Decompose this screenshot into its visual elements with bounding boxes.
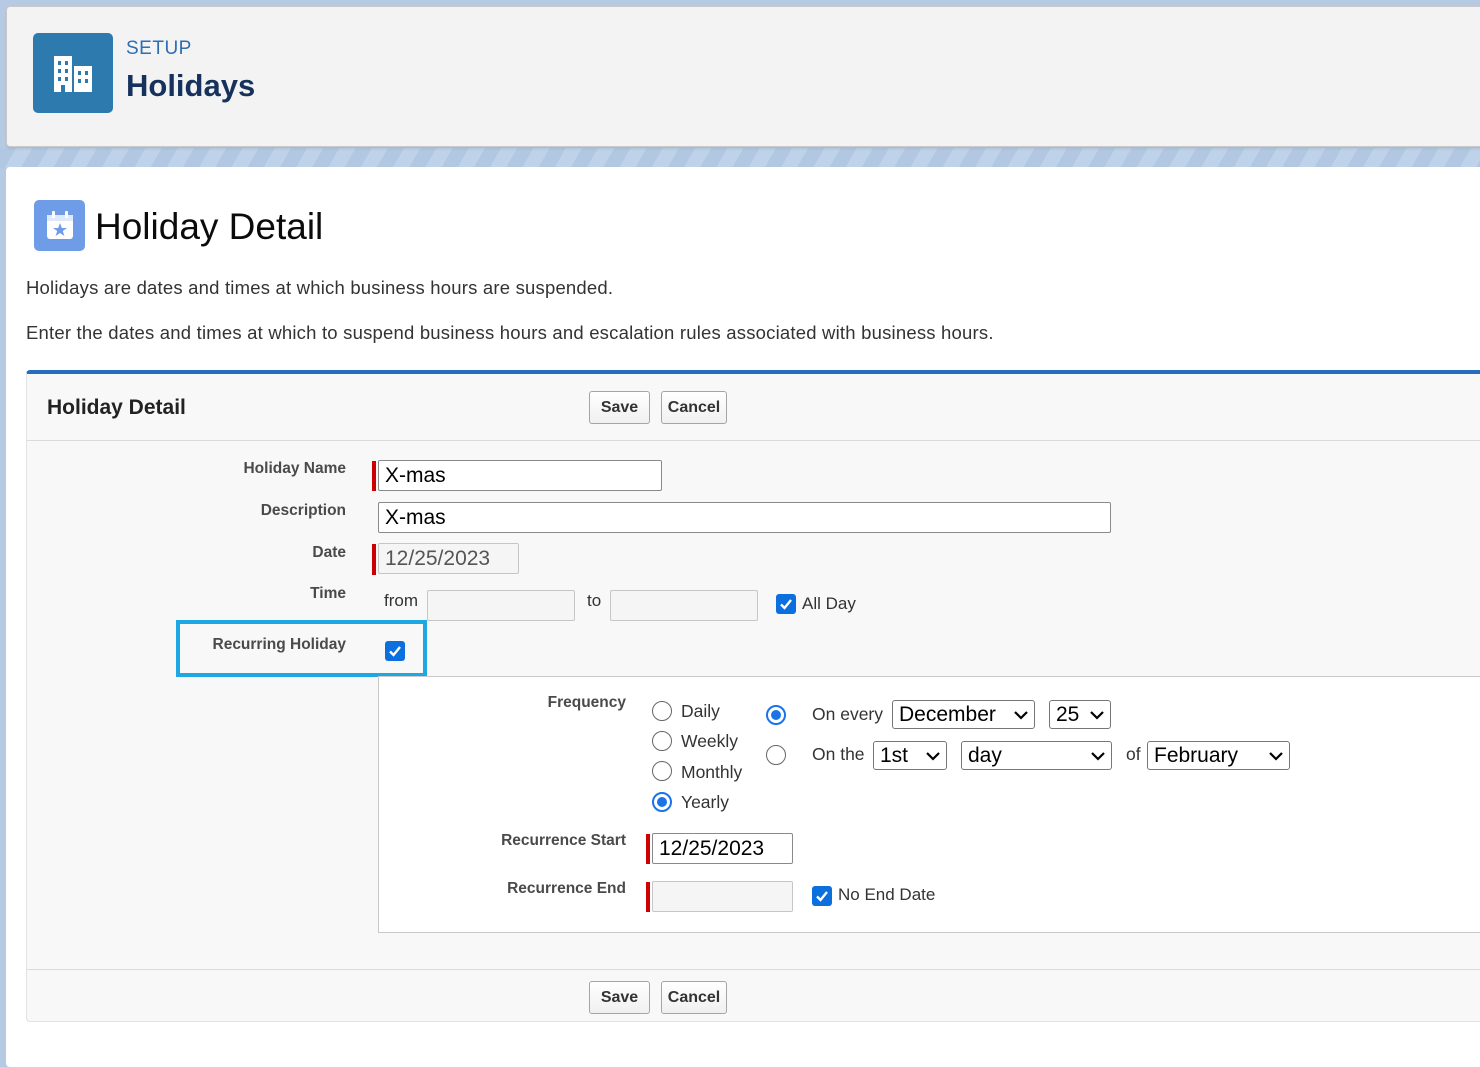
date-label: Date bbox=[312, 544, 346, 561]
cancel-button-top[interactable]: Cancel bbox=[661, 391, 727, 424]
divider bbox=[27, 969, 1480, 970]
required-indicator bbox=[372, 461, 376, 491]
detail-title: Holiday Detail bbox=[95, 206, 324, 247]
cancel-button-bottom[interactable]: Cancel bbox=[661, 981, 727, 1014]
on-the-radio[interactable] bbox=[766, 745, 786, 765]
recurrence-start-label: Recurrence Start bbox=[501, 832, 626, 849]
on-the-ordinal-select[interactable]: 1st bbox=[873, 741, 947, 770]
on-every-label: On every bbox=[812, 704, 883, 724]
on-every-radio[interactable] bbox=[766, 705, 786, 725]
time-from-label: from bbox=[384, 591, 418, 610]
breadcrumb-setup: SETUP bbox=[126, 38, 192, 59]
save-button-bottom[interactable]: Save bbox=[589, 981, 650, 1014]
setup-header: SETUP Holidays bbox=[6, 6, 1480, 147]
page-title: Holidays bbox=[126, 68, 256, 103]
of-label: of bbox=[1126, 744, 1141, 764]
required-indicator bbox=[646, 882, 650, 912]
calendar-star-icon bbox=[34, 200, 85, 251]
section-title: Holiday Detail bbox=[47, 396, 186, 419]
time-to-label: to bbox=[587, 591, 602, 610]
on-every-day-select[interactable]: 25 bbox=[1049, 700, 1111, 729]
required-indicator bbox=[646, 834, 650, 864]
on-the-label: On the bbox=[812, 744, 865, 764]
all-day-label: All Day bbox=[802, 594, 856, 613]
no-end-date-checkbox[interactable] bbox=[812, 886, 832, 906]
checkmark-icon bbox=[780, 599, 792, 610]
divider bbox=[27, 440, 1480, 441]
frequency-monthly-label: Monthly bbox=[681, 762, 743, 782]
recurrence-start-input[interactable]: 12/25/2023 bbox=[652, 833, 793, 864]
chevron-down-icon bbox=[1090, 707, 1104, 723]
selected-value: December bbox=[899, 702, 996, 726]
frequency-yearly-radio[interactable] bbox=[652, 792, 672, 812]
chevron-down-icon bbox=[1269, 748, 1283, 764]
chevron-down-icon bbox=[926, 748, 940, 764]
checkmark-icon bbox=[816, 891, 828, 902]
frequency-yearly-label: Yearly bbox=[681, 792, 729, 812]
chevron-down-icon bbox=[1014, 707, 1028, 723]
selected-value: 1st bbox=[880, 743, 909, 767]
recurrence-end-input[interactable] bbox=[652, 881, 793, 912]
holiday-name-label: Holiday Name bbox=[243, 460, 346, 477]
building-icon bbox=[33, 33, 113, 113]
frequency-weekly-label: Weekly bbox=[681, 731, 739, 751]
on-the-day-select[interactable]: day bbox=[961, 741, 1112, 770]
frequency-weekly-radio[interactable] bbox=[652, 731, 672, 751]
description-text-1: Holidays are dates and times at which bu… bbox=[26, 277, 614, 298]
required-indicator bbox=[372, 544, 376, 575]
of-month-select[interactable]: February bbox=[1147, 741, 1290, 770]
description-text-2: Enter the dates and times at which to su… bbox=[26, 322, 994, 343]
frequency-daily-radio[interactable] bbox=[652, 701, 672, 721]
recurrence-end-label: Recurrence End bbox=[507, 880, 626, 897]
save-button-top[interactable]: Save bbox=[589, 391, 650, 424]
background-pattern bbox=[0, 148, 1480, 168]
description-label: Description bbox=[260, 502, 346, 519]
frequency-monthly-radio[interactable] bbox=[652, 761, 672, 781]
selected-value: February bbox=[1154, 743, 1239, 767]
time-from-input[interactable] bbox=[427, 590, 575, 621]
description-input[interactable]: X-mas bbox=[378, 502, 1111, 533]
on-every-month-select[interactable]: December bbox=[892, 700, 1035, 729]
frequency-daily-label: Daily bbox=[681, 701, 720, 721]
all-day-checkbox[interactable] bbox=[776, 594, 796, 614]
no-end-date-label: No End Date bbox=[838, 885, 936, 904]
frequency-label: Frequency bbox=[547, 694, 626, 711]
selected-value: 25 bbox=[1056, 702, 1080, 726]
time-to-input[interactable] bbox=[610, 590, 758, 621]
date-input[interactable]: 12/25/2023 bbox=[378, 543, 519, 574]
time-label: Time bbox=[310, 585, 346, 602]
highlight-box bbox=[176, 620, 427, 677]
holiday-name-input[interactable]: X-mas bbox=[378, 460, 662, 491]
selected-value: day bbox=[968, 743, 1002, 767]
chevron-down-icon bbox=[1091, 748, 1105, 764]
